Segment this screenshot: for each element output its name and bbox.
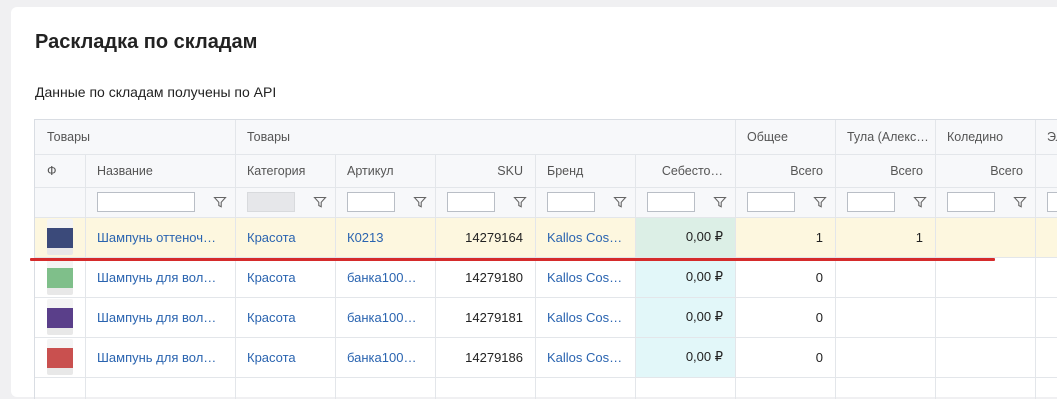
- table-row[interactable]: Шампунь для вол… Красота банка100… 14279180…: [35, 257, 1057, 297]
- funnel-icon[interactable]: [213, 195, 227, 209]
- filter-input-category: [247, 192, 295, 212]
- table-row[interactable]: Шампунь для вол… Красота банка100… 14279186…: [35, 337, 1057, 377]
- product-image: [47, 299, 73, 335]
- col-header-photo[interactable]: Ф: [35, 154, 85, 187]
- funnel-icon[interactable]: [513, 195, 527, 209]
- group-header-extra: Эл: [1035, 120, 1057, 154]
- funnel-icon[interactable]: [613, 195, 627, 209]
- cell-total: 0: [815, 309, 823, 325]
- product-image: [47, 259, 73, 295]
- funnel-icon[interactable]: [413, 195, 427, 209]
- cell-article[interactable]: К0213: [335, 217, 435, 257]
- funnel-icon[interactable]: [713, 195, 727, 209]
- cell-name[interactable]: Шампунь оттеноч…: [85, 217, 235, 257]
- col-header-brand[interactable]: Бренд: [535, 154, 635, 187]
- filter-input-name[interactable]: [97, 192, 195, 212]
- product-thumbnail[interactable]: [35, 217, 85, 257]
- cell-cost: 0,00 ₽: [635, 297, 735, 337]
- cell-cost: 0,00 ₽: [635, 257, 735, 297]
- cell-total: 0: [815, 349, 823, 365]
- group-header-goods2: Товары: [235, 120, 735, 154]
- api-note: Данные по складам получены по API: [35, 84, 277, 100]
- col-header-article[interactable]: Артикул: [335, 154, 435, 187]
- cell-koledino: [935, 297, 1035, 337]
- cell-name[interactable]: Шампунь для вол…: [85, 337, 235, 377]
- cell-name[interactable]: Шампунь для вол…: [85, 257, 235, 297]
- cell-tula: [835, 257, 935, 297]
- filter-input-koledino[interactable]: [947, 192, 995, 212]
- cell-category[interactable]: Красота: [235, 257, 335, 297]
- funnel-icon[interactable]: [813, 195, 827, 209]
- cell-article[interactable]: банка100…: [335, 297, 435, 337]
- funnel-icon[interactable]: [1013, 195, 1027, 209]
- filter-row: [35, 187, 1057, 217]
- cell-koledino: [935, 257, 1035, 297]
- table-row[interactable]: Шампунь для вол… Красота банка100… 14279181…: [35, 297, 1057, 337]
- cell-brand[interactable]: Kallos Cos…: [535, 217, 635, 257]
- cell-total: 1: [815, 229, 823, 245]
- cell-cost: 0,00 ₽: [635, 217, 735, 257]
- col-header-koledino-all[interactable]: Всего: [935, 154, 1035, 187]
- product-thumbnail[interactable]: [35, 257, 85, 297]
- col-header-total-all[interactable]: Всего: [735, 154, 835, 187]
- group-header-goods1: Товары: [35, 120, 235, 154]
- product-image: [47, 339, 73, 375]
- product-thumbnail[interactable]: [35, 297, 85, 337]
- cell-sku: 14279164: [465, 229, 523, 245]
- product-thumbnail[interactable]: [35, 337, 85, 377]
- cell-koledino: [935, 217, 1035, 257]
- col-header-sku[interactable]: SKU: [435, 154, 535, 187]
- cell-cost: 0,00 ₽: [635, 337, 735, 377]
- group-header-koledino: Коледино: [935, 120, 1035, 154]
- page-title: Раскладка по складам: [35, 31, 258, 53]
- filter-input-brand[interactable]: [547, 192, 595, 212]
- filter-input-tula[interactable]: [847, 192, 895, 212]
- warehouse-card: Раскладка по складам Данные по складам п…: [11, 7, 1057, 399]
- col-header-category[interactable]: Категория: [235, 154, 335, 187]
- annotation-line: [30, 258, 995, 261]
- filter-input-article[interactable]: [347, 192, 395, 212]
- filter-input-total[interactable]: [747, 192, 795, 212]
- col-header-cost[interactable]: Себесто…: [635, 154, 735, 187]
- cell-tula: [835, 337, 935, 377]
- col-header-extra: [1035, 154, 1057, 187]
- col-header-tula-all[interactable]: Всего: [835, 154, 935, 187]
- product-image: [47, 219, 73, 255]
- cell-tula: [835, 297, 935, 337]
- group-header-tula: Тула (Алекс…: [835, 120, 935, 154]
- cell-brand[interactable]: Kallos Cos…: [535, 257, 635, 297]
- filter-input-sku[interactable]: [447, 192, 495, 212]
- cell-article[interactable]: банка100…: [335, 257, 435, 297]
- cell-koledino: [935, 337, 1035, 377]
- col-header-name[interactable]: Название: [85, 154, 235, 187]
- cell-total: 0: [815, 269, 823, 285]
- cell-sku: 14279181: [465, 309, 523, 325]
- cell-brand[interactable]: Kallos Cos…: [535, 297, 635, 337]
- table-row[interactable]: Шампунь оттеноч… Красота К0213 14279164 Kall…: [35, 217, 1057, 257]
- filter-input-cost[interactable]: [647, 192, 695, 212]
- cell-brand[interactable]: Kallos Cos…: [535, 337, 635, 377]
- cell-category[interactable]: Красота: [235, 217, 335, 257]
- funnel-icon[interactable]: [913, 195, 927, 209]
- filter-input-extra[interactable]: [1047, 192, 1057, 212]
- cell-name[interactable]: Шампунь для вол…: [85, 297, 235, 337]
- cell-category[interactable]: Красота: [235, 337, 335, 377]
- cell-sku: 14279180: [465, 269, 523, 285]
- cell-sku: 14279186: [465, 349, 523, 365]
- cell-tula: 1: [915, 229, 923, 245]
- cell-category[interactable]: Красота: [235, 297, 335, 337]
- cell-article[interactable]: банка100…: [335, 337, 435, 377]
- funnel-icon[interactable]: [313, 195, 327, 209]
- group-header-total: Общее: [735, 120, 835, 154]
